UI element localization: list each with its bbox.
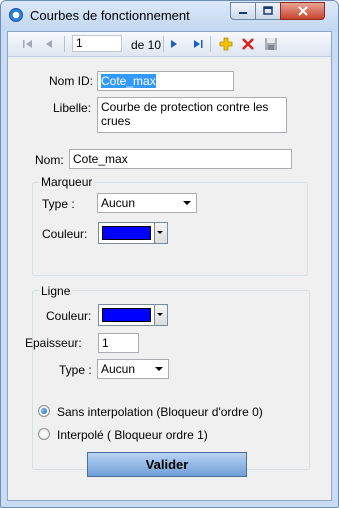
close-icon bbox=[297, 6, 308, 16]
marqueur-type-label: Type : bbox=[42, 197, 75, 211]
toolbar-separator bbox=[64, 36, 65, 52]
dialog-window: Courbes de fonctionnement 1 de 10 Nom ID… bbox=[0, 0, 339, 508]
marqueur-type-value: Aucun bbox=[101, 196, 136, 210]
ligne-type-value: Aucun bbox=[101, 362, 136, 376]
nom-id-input[interactable]: Cote_max bbox=[97, 71, 234, 91]
libelle-label: Libelle: bbox=[53, 101, 92, 115]
maximize-icon bbox=[263, 6, 273, 15]
add-record-button[interactable] bbox=[218, 36, 234, 52]
delete-record-button[interactable] bbox=[240, 36, 256, 52]
marqueur-color-picker[interactable] bbox=[98, 222, 168, 244]
last-record-icon bbox=[194, 40, 203, 48]
chevron-down-icon bbox=[155, 367, 163, 371]
navigation-toolbar: 1 de 10 bbox=[8, 32, 331, 57]
toolbar-separator bbox=[210, 36, 211, 52]
ligne-type-label: Type : bbox=[59, 363, 92, 377]
color-dropdown-button[interactable] bbox=[154, 305, 167, 325]
epaisseur-input[interactable]: 1 bbox=[98, 333, 139, 353]
first-record-icon bbox=[23, 40, 32, 48]
record-position-input[interactable]: 1 bbox=[72, 35, 122, 52]
previous-record-icon bbox=[46, 40, 52, 48]
ligne-color-picker[interactable] bbox=[98, 304, 168, 326]
delete-icon bbox=[242, 38, 254, 50]
ligne-group-title: Ligne bbox=[39, 284, 73, 298]
nom-id-value: Cote_max bbox=[101, 74, 156, 88]
minimize-button[interactable] bbox=[230, 2, 256, 20]
marqueur-color-label: Couleur: bbox=[42, 227, 88, 241]
ligne-color-label: Couleur: bbox=[46, 309, 92, 323]
ligne-color-swatch bbox=[102, 308, 151, 322]
interpole-label[interactable]: Interpolé ( Bloqueur ordre 1) bbox=[57, 428, 208, 442]
epaisseur-label: Epaisseur: bbox=[25, 336, 82, 350]
last-record-button[interactable] bbox=[190, 36, 206, 52]
save-icon bbox=[265, 38, 277, 50]
marqueur-color-swatch bbox=[102, 226, 151, 240]
marqueur-type-select[interactable]: Aucun bbox=[97, 193, 197, 213]
chevron-down-icon bbox=[183, 201, 191, 205]
minimize-icon bbox=[239, 12, 247, 14]
record-count-label: de 10 bbox=[131, 38, 162, 52]
marqueur-group-title: Marqueur bbox=[39, 175, 95, 189]
window-title: Courbes de fonctionnement bbox=[30, 8, 190, 23]
first-record-button[interactable] bbox=[20, 36, 36, 52]
sans-interpolation-radio[interactable] bbox=[38, 405, 50, 417]
maximize-button[interactable] bbox=[255, 2, 281, 20]
next-record-button[interactable] bbox=[166, 36, 182, 52]
close-button[interactable] bbox=[280, 2, 325, 20]
nom-id-label: Nom ID: bbox=[49, 74, 94, 88]
form-area: 1 de 10 Nom ID: Cote_max Libelle: Courbe… bbox=[7, 31, 332, 501]
add-icon bbox=[219, 37, 233, 51]
save-record-button[interactable] bbox=[263, 36, 279, 52]
color-dropdown-button[interactable] bbox=[154, 223, 167, 243]
app-icon bbox=[9, 8, 23, 22]
toolbar-separator bbox=[163, 36, 164, 52]
ligne-type-select[interactable]: Aucun bbox=[97, 359, 169, 379]
chevron-down-icon bbox=[157, 313, 163, 316]
previous-record-button[interactable] bbox=[41, 36, 57, 52]
nom-label: Nom: bbox=[35, 153, 64, 167]
interpole-radio[interactable] bbox=[38, 428, 50, 440]
next-record-icon bbox=[171, 40, 177, 48]
nom-input[interactable]: Cote_max bbox=[69, 149, 292, 169]
libelle-input[interactable]: Courbe de protection contre les crues bbox=[97, 97, 287, 133]
sans-interpolation-label[interactable]: Sans interpolation (Bloqueur d'ordre 0) bbox=[57, 405, 263, 419]
chevron-down-icon bbox=[157, 231, 163, 234]
valider-button[interactable]: Valider bbox=[87, 452, 247, 477]
title-bar[interactable]: Courbes de fonctionnement bbox=[1, 1, 338, 31]
